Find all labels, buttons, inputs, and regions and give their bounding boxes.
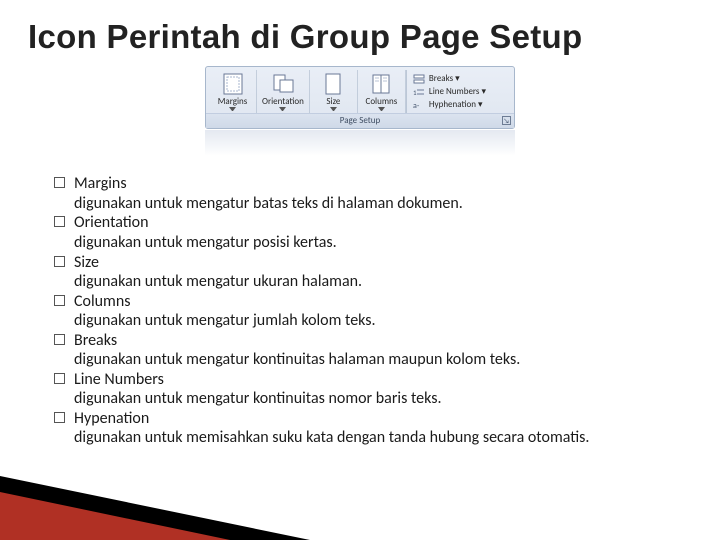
hyphenation-icon: a- bbox=[413, 100, 425, 110]
ribbon-side-line-numbers: 1 Line Numbers ▾ bbox=[413, 87, 498, 97]
ribbon-side-hyphenation: a- Hyphenation ▾ bbox=[413, 100, 498, 110]
ribbon-side-column: Breaks ▾ 1 Line Numbers ▾ a- Hyphenation… bbox=[406, 70, 502, 113]
corner-triangle-red bbox=[0, 492, 230, 540]
list-item-description: digunakan untuk mengatur batas teks di h… bbox=[74, 194, 684, 214]
orientation-icon bbox=[270, 73, 296, 95]
ribbon-screenshot: Margins Orientation bbox=[205, 66, 515, 156]
definition-list: Marginsdigunakan untuk mengatur batas te… bbox=[54, 174, 684, 447]
hollow-square-bullet-icon bbox=[54, 334, 65, 345]
hollow-square-bullet-icon bbox=[54, 295, 65, 306]
list-item-term: Line Numbers bbox=[74, 370, 684, 390]
ribbon-side-label: Line Numbers ▾ bbox=[429, 87, 486, 96]
ribbon-side-breaks: Breaks ▾ bbox=[413, 74, 498, 84]
page-title: Icon Perintah di Group Page Setup bbox=[28, 18, 692, 56]
list-item-description: digunakan untuk mengatur ukuran halaman. bbox=[74, 272, 684, 292]
hollow-square-bullet-icon bbox=[54, 412, 65, 423]
list-item: Columnsdigunakan untuk mengatur jumlah k… bbox=[54, 292, 684, 331]
list-item-description: digunakan untuk mengatur kontinuitas nom… bbox=[74, 389, 684, 409]
ribbon-btn-orientation: Orientation bbox=[257, 70, 310, 113]
ribbon-side-label: Hyphenation ▾ bbox=[429, 100, 483, 109]
list-item-term: Size bbox=[74, 253, 684, 273]
list-item-term: Columns bbox=[74, 292, 684, 312]
list-item-term: Orientation bbox=[74, 213, 684, 233]
list-item: Breaksdigunakan untuk mengatur kontinuit… bbox=[54, 331, 684, 370]
chevron-down-icon bbox=[279, 107, 286, 111]
list-item-description: digunakan untuk mengatur posisi kertas. bbox=[74, 233, 684, 253]
ribbon-side-label: Breaks ▾ bbox=[429, 74, 460, 83]
list-item-description: digunakan untuk mengatur jumlah kolom te… bbox=[74, 311, 684, 331]
ribbon-btn-label: Columns bbox=[366, 97, 398, 106]
ribbon-btn-label: Size bbox=[326, 97, 340, 106]
ribbon-btn-columns: Columns bbox=[358, 70, 406, 113]
ribbon-btn-margins: Margins bbox=[209, 70, 257, 113]
hollow-square-bullet-icon bbox=[54, 256, 65, 267]
ribbon-btn-label: Margins bbox=[218, 97, 248, 106]
ribbon-group-label-text: Page Setup bbox=[340, 115, 380, 126]
margins-icon bbox=[220, 73, 246, 95]
list-item: Hypenationdigunakan untuk memisahkan suk… bbox=[54, 409, 684, 448]
list-item: Line Numbersdigunakan untuk mengatur kon… bbox=[54, 370, 684, 409]
size-icon bbox=[320, 73, 346, 95]
list-item-description: digunakan untuk mengatur kontinuitas hal… bbox=[74, 350, 684, 370]
list-item-description: digunakan untuk memisahkan suku kata den… bbox=[74, 428, 684, 448]
columns-icon bbox=[368, 73, 394, 95]
chevron-down-icon bbox=[229, 107, 236, 111]
breaks-icon bbox=[413, 74, 425, 84]
line-numbers-icon: 1 bbox=[413, 87, 425, 97]
list-item-term: Hypenation bbox=[74, 409, 684, 429]
list-item-term: Breaks bbox=[74, 331, 684, 351]
chevron-down-icon bbox=[330, 107, 337, 111]
chevron-down-icon bbox=[378, 107, 385, 111]
reflection-decoration bbox=[205, 130, 515, 156]
list-item-term: Margins bbox=[74, 174, 684, 194]
list-item: Marginsdigunakan untuk mengatur batas te… bbox=[54, 174, 684, 213]
svg-text:1: 1 bbox=[413, 88, 417, 97]
ribbon-btn-label: Orientation bbox=[262, 97, 304, 106]
hollow-square-bullet-icon bbox=[54, 177, 65, 188]
ribbon-group-label: Page Setup bbox=[206, 113, 514, 128]
list-item: Orientationdigunakan untuk mengatur posi… bbox=[54, 213, 684, 252]
list-item: Sizedigunakan untuk mengatur ukuran hala… bbox=[54, 253, 684, 292]
svg-text:a-: a- bbox=[413, 101, 420, 110]
hollow-square-bullet-icon bbox=[54, 216, 65, 227]
ribbon-btn-size: Size bbox=[310, 70, 358, 113]
hollow-square-bullet-icon bbox=[54, 373, 65, 384]
dialog-launcher-icon bbox=[502, 116, 511, 125]
